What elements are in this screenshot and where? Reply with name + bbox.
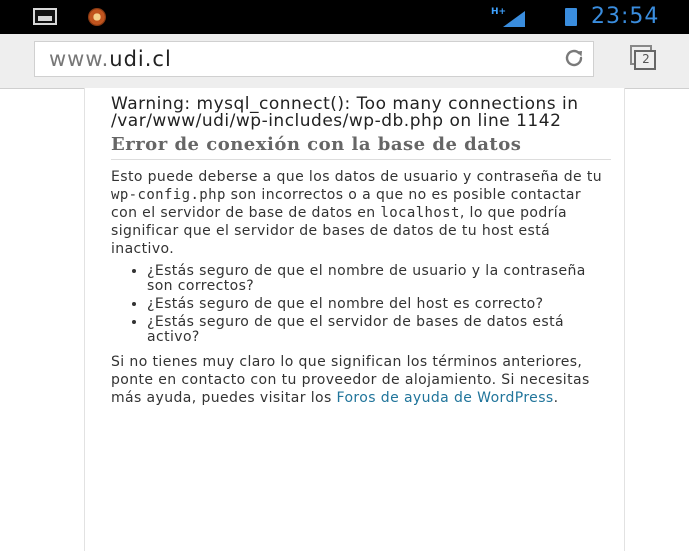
description-text-1: Esto puede deberse a que los datos de us… (111, 169, 603, 185)
signal-icon: H+ (491, 7, 525, 27)
image-notification-icon (33, 8, 57, 25)
list-item: ¿Estás seguro de que el nombre del host … (147, 297, 611, 312)
error-description: Esto puede deberse a que los datos de us… (111, 168, 611, 258)
browser-toolbar: www.udi.cl 2 (0, 34, 689, 89)
tab-count: 2 (642, 52, 650, 66)
config-file-code: wp-config.php (111, 187, 226, 203)
status-bar: H+ 23:54 (0, 0, 689, 34)
error-page: Warning: mysql_connect(): Too many conne… (84, 88, 625, 551)
url-domain: udi.cl (109, 47, 172, 71)
url-text: www.udi.cl (49, 47, 172, 71)
checklist: ¿Estás seguro de que el nombre de usuari… (111, 264, 611, 345)
host-code: localhost (380, 205, 460, 221)
browser-notification-icon (88, 8, 106, 26)
url-prefix: www. (49, 47, 110, 71)
address-bar[interactable]: www.udi.cl (34, 41, 594, 77)
support-forum-link[interactable]: Foros de ayuda de WordPress (337, 390, 554, 406)
php-warning: Warning: mysql_connect(): Too many conne… (111, 94, 579, 131)
help-paragraph: Si no tienes muy claro lo que significan… (111, 353, 611, 407)
error-content: Warning: mysql_connect(): Too many conne… (111, 96, 611, 407)
list-item: ¿Estás seguro de que el nombre de usuari… (147, 264, 611, 294)
reload-icon[interactable] (562, 46, 586, 70)
list-item: ¿Estás seguro de que el servidor de base… (147, 315, 611, 345)
battery-icon (565, 8, 577, 26)
error-heading: Error de conexión con la base de datos (111, 134, 611, 160)
status-clock: 23:54 (591, 4, 660, 29)
signal-bars (503, 11, 525, 27)
help-text-end: . (553, 390, 559, 406)
